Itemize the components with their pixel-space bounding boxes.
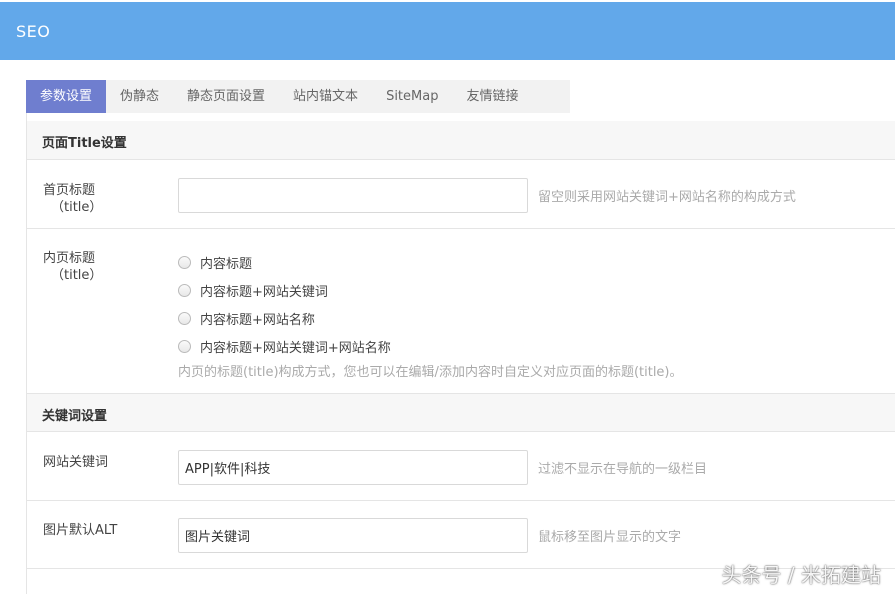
site-keywords-label: 网站关键词: [43, 455, 109, 470]
tab-static-page-settings[interactable]: 静态页面设置: [173, 80, 279, 113]
site-keywords-hint: 过滤不显示在导航的一级栏目: [538, 462, 708, 477]
radio-button[interactable]: [178, 256, 191, 269]
divider: [27, 500, 895, 501]
inner-title-description: 内页的标题(title)构成方式，您也可以在编辑/添加内容时自定义对应页面的标题…: [178, 365, 683, 380]
section-keyword-settings: 关键词设置: [27, 393, 895, 432]
radio-button[interactable]: [178, 284, 191, 297]
home-title-label: 首页标题 （title）: [43, 183, 103, 215]
section-heading: 页面Title设置: [42, 136, 127, 151]
image-alt-label: 图片默认ALT: [43, 523, 118, 538]
inner-title-option-1[interactable]: 内容标题: [178, 253, 252, 272]
inner-title-label: 内页标题 （title）: [43, 251, 103, 283]
image-alt-hint: 鼠标移至图片显示的文字: [538, 530, 682, 545]
tab-friend-links[interactable]: 友情链接: [452, 80, 532, 113]
settings-panel: 页面Title设置 首页标题 （title） 留空则采用网站关键词+网站名称的构…: [26, 113, 895, 594]
watermark: 头条号 / 米拓建站: [721, 563, 881, 587]
section-heading: 关键词设置: [42, 409, 108, 424]
radio-button[interactable]: [178, 340, 191, 353]
site-keywords-input[interactable]: [178, 450, 528, 485]
page-title: SEO: [16, 22, 51, 41]
inner-title-option-4[interactable]: 内容标题+网站关键词+网站名称: [178, 337, 391, 356]
inner-title-option-3[interactable]: 内容标题+网站名称: [178, 309, 315, 328]
section-title-settings: 页面Title设置: [27, 121, 895, 160]
divider: [27, 228, 895, 229]
image-alt-input[interactable]: [178, 518, 528, 553]
tab-parameter-settings[interactable]: 参数设置: [26, 80, 107, 113]
tab-anchor-text[interactable]: 站内锚文本: [279, 80, 372, 113]
home-title-hint: 留空则采用网站关键词+网站名称的构成方式: [538, 190, 796, 205]
app-header: SEO: [0, 2, 895, 60]
tab-bar: 参数设置 伪静态 静态页面设置 站内锚文本 SiteMap 友情链接: [26, 80, 570, 113]
inner-title-option-2[interactable]: 内容标题+网站关键词: [178, 281, 328, 300]
tab-sitemap[interactable]: SiteMap: [372, 80, 452, 113]
tab-pseudo-static[interactable]: 伪静态: [106, 80, 173, 113]
home-title-input[interactable]: [178, 178, 528, 213]
radio-button[interactable]: [178, 312, 191, 325]
